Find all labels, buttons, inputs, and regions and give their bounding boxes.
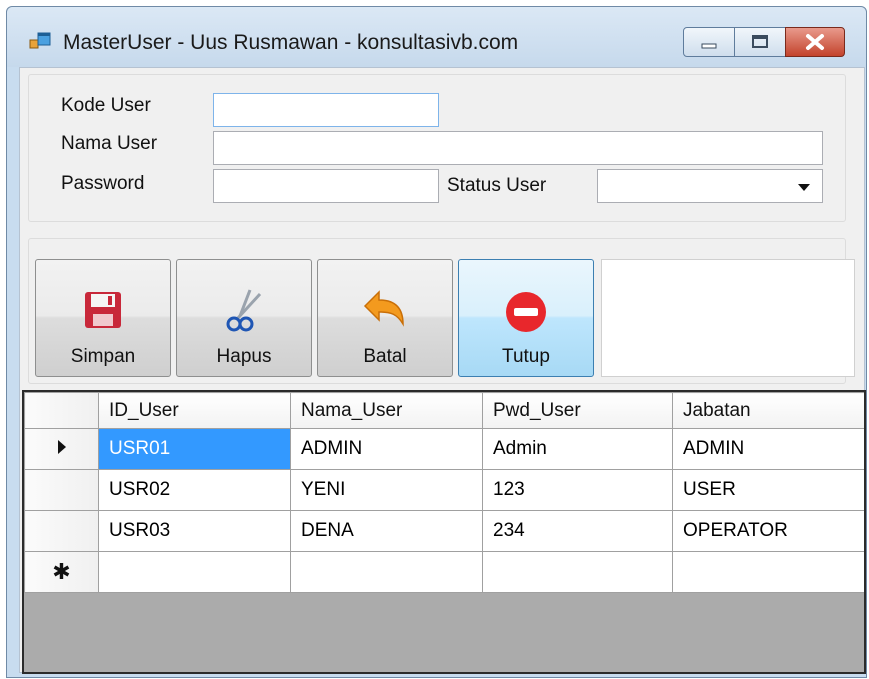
status-user-label: Status User <box>447 175 547 196</box>
table-row[interactable]: USR02 YENI 123 USER <box>24 469 864 511</box>
close-button[interactable] <box>785 27 845 57</box>
batal-button[interactable]: Batal <box>317 259 453 377</box>
table-cell[interactable]: ADMIN <box>290 428 483 470</box>
table-row[interactable]: USR03 DENA 234 OPERATOR <box>24 510 864 552</box>
scissors-icon <box>226 289 262 332</box>
simpan-label: Simpan <box>70 346 136 367</box>
row-pointer-icon <box>57 440 66 454</box>
grid-table: ID_User Nama_User Pwd_User Jabatan USR01… <box>24 392 864 593</box>
minimize-button[interactable] <box>683 27 735 57</box>
password-input[interactable] <box>213 169 439 203</box>
table-cell[interactable]: DENA <box>290 510 483 552</box>
row-header[interactable] <box>24 428 99 470</box>
nama-user-input[interactable] <box>213 131 823 165</box>
column-header-id-user[interactable]: ID_User <box>98 392 291 429</box>
table-cell[interactable]: USR01 <box>98 428 291 470</box>
simpan-button[interactable]: Simpan <box>35 259 171 377</box>
tutup-label: Tutup <box>502 346 550 367</box>
window-title: MasterUser - Uus Rusmawan - konsultasivb… <box>63 31 519 54</box>
table-cell[interactable]: 234 <box>482 510 673 552</box>
chevron-down-icon <box>798 184 810 191</box>
blank-panel <box>601 259 855 377</box>
hapus-button[interactable]: Hapus <box>176 259 312 377</box>
toolbar-panel: Simpan Hapus Batal Tutup <box>28 238 855 384</box>
table-cell[interactable]: USR02 <box>98 469 291 511</box>
grid-header-row: ID_User Nama_User Pwd_User Jabatan <box>24 392 864 429</box>
row-header[interactable] <box>24 469 99 511</box>
new-row[interactable]: ✱ <box>24 551 864 593</box>
title-bar[interactable]: MasterUser - Uus Rusmawan - konsultasivb… <box>7 7 866 67</box>
table-cell[interactable]: USER <box>672 469 864 511</box>
column-header-jabatan[interactable]: Jabatan <box>672 392 864 429</box>
app-icon <box>29 32 51 49</box>
table-cell[interactable] <box>290 551 483 593</box>
status-user-select[interactable] <box>597 169 823 203</box>
table-cell[interactable]: ADMIN <box>672 428 864 470</box>
kode-user-input[interactable] <box>213 93 439 127</box>
password-label: Password <box>61 173 145 194</box>
table-cell[interactable] <box>482 551 673 593</box>
nama-user-label: Nama User <box>61 133 158 154</box>
new-row-asterisk-icon: ✱ <box>52 559 71 584</box>
kode-user-label: Kode User <box>61 95 151 116</box>
client-area: Kode User Nama User Password Status User <box>19 67 866 674</box>
table-cell[interactable]: Admin <box>482 428 673 470</box>
row-header[interactable] <box>24 510 99 552</box>
stop-icon <box>506 292 546 332</box>
minimize-icon <box>701 43 717 49</box>
row-header[interactable]: ✱ <box>24 551 99 593</box>
maximize-icon <box>752 35 768 48</box>
close-icon <box>806 34 824 50</box>
table-cell[interactable]: 123 <box>482 469 673 511</box>
user-data-grid[interactable]: ID_User Nama_User Pwd_User Jabatan USR01… <box>22 390 866 674</box>
table-row[interactable]: USR01 ADMIN Admin ADMIN <box>24 428 864 470</box>
table-cell[interactable]: OPERATOR <box>672 510 864 552</box>
hapus-label: Hapus <box>216 346 272 367</box>
undo-arrow-icon <box>363 290 404 327</box>
batal-label: Batal <box>363 346 407 367</box>
tutup-button[interactable]: Tutup <box>458 259 594 377</box>
table-cell[interactable] <box>98 551 291 593</box>
column-header-nama-user[interactable]: Nama_User <box>290 392 483 429</box>
floppy-disk-icon <box>85 292 121 328</box>
maximize-button[interactable] <box>734 27 786 57</box>
column-header-pwd-user[interactable]: Pwd_User <box>482 392 673 429</box>
table-cell[interactable]: USR03 <box>98 510 291 552</box>
input-panel: Kode User Nama User Password Status User <box>28 74 846 222</box>
app-window: MasterUser - Uus Rusmawan - konsultasivb… <box>6 6 867 678</box>
table-cell[interactable] <box>672 551 864 593</box>
corner-header <box>24 392 99 429</box>
table-cell[interactable]: YENI <box>290 469 483 511</box>
